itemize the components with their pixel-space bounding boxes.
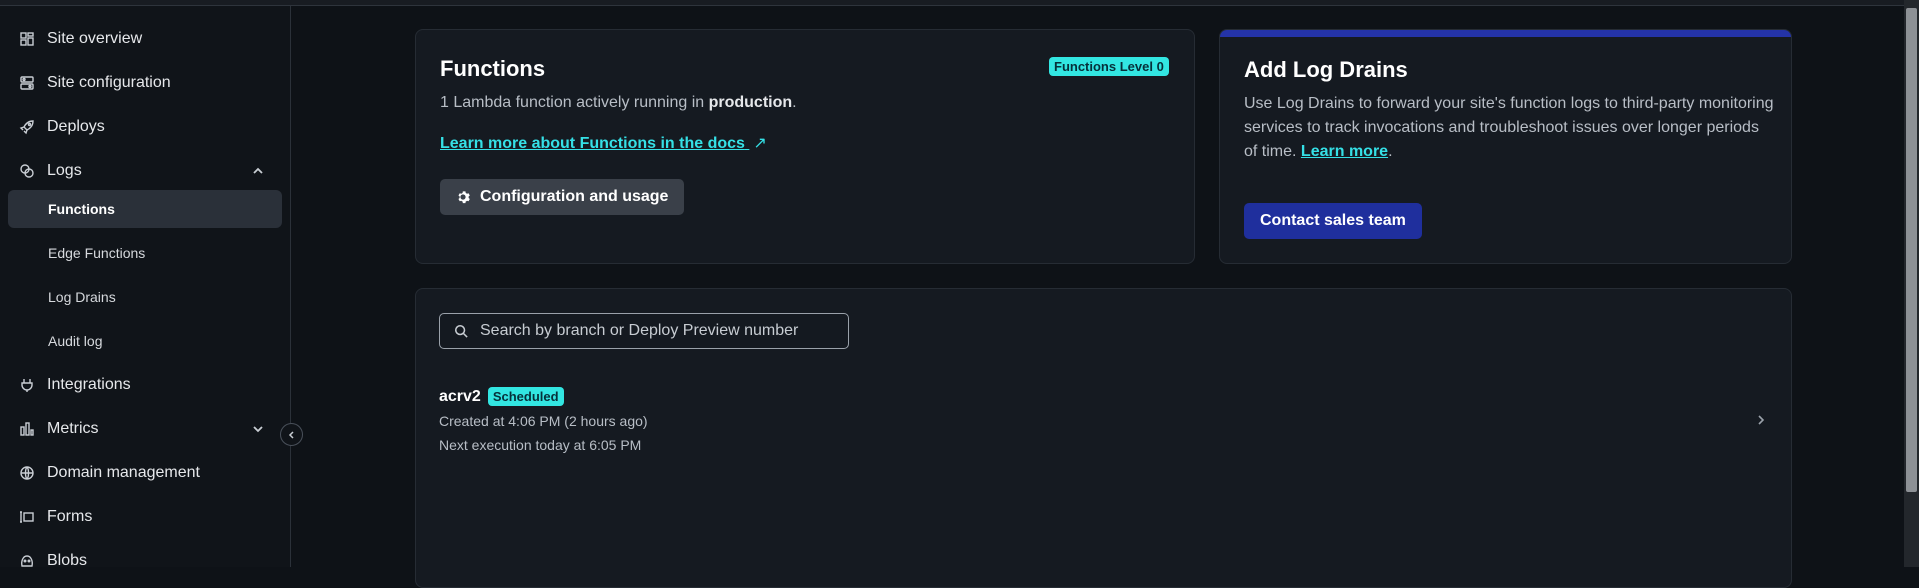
globe-icon xyxy=(19,465,35,481)
function-next-execution: Next execution today at 6:05 PM xyxy=(439,437,642,453)
chevron-left-icon xyxy=(288,430,294,439)
sidebar-item-label: Logs xyxy=(47,162,82,179)
chevron-down-icon[interactable] xyxy=(250,421,266,437)
log-drains-accent-bar xyxy=(1220,30,1791,37)
function-row[interactable]: acrv2 Scheduled Created at 4:06 PM (2 ho… xyxy=(415,380,1792,460)
log-drains-title: Add Log Drains xyxy=(1244,57,1408,82)
log-drains-card: Add Log Drains Use Log Drains to forward… xyxy=(1219,29,1792,264)
sidebar-item-label: Metrics xyxy=(47,420,99,437)
sidebar-item-forms[interactable]: Forms xyxy=(8,498,282,536)
sidebar-item-label: Log Drains xyxy=(48,289,116,305)
sidebar-item-label: Edge Functions xyxy=(48,245,146,261)
rocket-icon xyxy=(19,119,35,135)
form-icon xyxy=(19,509,35,525)
log-drains-description: Use Log Drains to forward your site's fu… xyxy=(1244,95,1774,160)
sidebar-item-blobs[interactable]: Blobs xyxy=(8,542,282,580)
function-created: Created at 4:06 PM (2 hours ago) xyxy=(439,413,648,429)
sidebar-item-edge-functions[interactable]: Edge Functions xyxy=(8,234,282,272)
functions-description: 1 Lambda function actively running in pr… xyxy=(440,94,797,111)
sidebar: Site overview Site configuration Deploys… xyxy=(0,6,291,569)
external-link-icon: ↗ xyxy=(753,135,767,152)
sidebar-item-site-overview[interactable]: Site overview xyxy=(8,20,282,58)
plug-icon xyxy=(19,377,35,393)
sidebar-item-label: Site configuration xyxy=(47,74,171,91)
gear-icon xyxy=(458,191,470,204)
sliders-icon xyxy=(19,75,35,91)
configuration-and-usage-button[interactable]: Configuration and usage xyxy=(440,179,685,215)
chevron-right-icon xyxy=(1758,415,1765,425)
sidebar-item-label: Functions xyxy=(48,201,115,217)
sidebar-item-domain-management[interactable]: Domain management xyxy=(8,454,282,492)
sidebar-item-label: Blobs xyxy=(47,552,88,569)
bar-chart-icon xyxy=(19,421,35,437)
sidebar-item-integrations[interactable]: Integrations xyxy=(8,366,282,404)
functions-level-badge: Functions Level 0 xyxy=(1049,57,1169,76)
sidebar-item-label: Site overview xyxy=(47,30,143,47)
contact-sales-button[interactable]: Contact sales team xyxy=(1244,203,1422,239)
search-input[interactable]: Search by branch or Deploy Preview numbe… xyxy=(439,313,849,349)
sidebar-item-functions[interactable]: Functions xyxy=(8,190,282,228)
sidebar-item-metrics[interactable]: Metrics xyxy=(8,410,282,448)
functions-title: Functions xyxy=(440,56,546,81)
sidebar-item-label: Domain management xyxy=(47,464,200,481)
sidebar-item-label: Forms xyxy=(47,508,93,525)
sidebar-item-deploys[interactable]: Deploys xyxy=(8,108,282,146)
learn-more-link[interactable]: Learn more xyxy=(1301,143,1388,160)
scrollbar-thumb[interactable] xyxy=(1906,8,1917,492)
search-placeholder: Search by branch or Deploy Preview numbe… xyxy=(480,322,799,339)
functions-card: Functions Functions Level 0 1 Lambda fun… xyxy=(415,29,1195,264)
sidebar-item-logs[interactable]: Logs xyxy=(8,152,282,190)
chevron-up-icon[interactable] xyxy=(250,163,266,179)
sidebar-item-log-drains[interactable]: Log Drains xyxy=(8,278,282,316)
sidebar-item-audit-log[interactable]: Audit log xyxy=(8,322,282,360)
collapse-sidebar-button[interactable] xyxy=(280,423,303,446)
sidebar-item-label: Audit log xyxy=(48,333,103,349)
function-name: acrv2 xyxy=(439,387,481,405)
sidebar-item-label: Deploys xyxy=(47,118,105,135)
functions-docs-link[interactable]: Learn more about Functions in the docs ↗ xyxy=(440,133,767,153)
search-icon xyxy=(454,324,468,338)
scheduled-badge: Scheduled xyxy=(487,387,564,406)
sidebar-item-site-configuration[interactable]: Site configuration xyxy=(8,64,282,102)
grid-icon xyxy=(19,31,35,47)
sidebar-item-label: Integrations xyxy=(47,376,131,393)
logs-icon xyxy=(19,163,35,179)
